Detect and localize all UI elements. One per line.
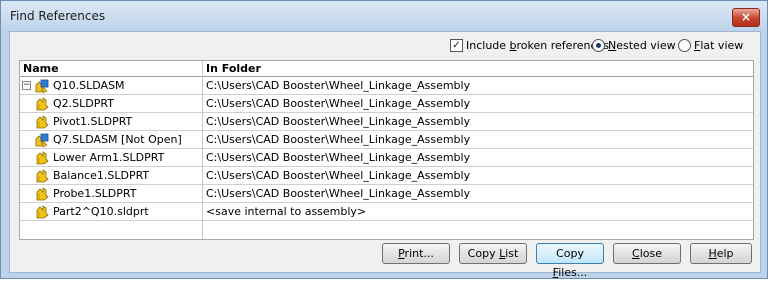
reference-name: Pivot1.SLDPRT <box>53 115 133 128</box>
dialog-body: ✓ Include broken references Nested view … <box>9 31 761 279</box>
flat-view-radio[interactable]: Flat view <box>678 39 743 52</box>
part-icon <box>34 114 50 130</box>
copy-list-button[interactable]: Copy List <box>459 243 527 264</box>
flat-view-label: Flat view <box>694 39 744 52</box>
reference-name: Q7.SLDASM [Not Open] <box>53 133 182 146</box>
reference-folder: C:\Users\CAD Booster\Wheel_Linkage_Assem… <box>206 169 471 182</box>
table-header: Name In Folder <box>20 61 753 77</box>
column-header-in-folder[interactable]: In Folder <box>206 62 261 75</box>
assembly-icon <box>34 132 50 148</box>
close-button[interactable]: Close <box>613 243 681 264</box>
column-header-name[interactable]: Name <box>23 62 59 75</box>
nested-view-radio[interactable]: Nested view <box>592 39 676 52</box>
include-broken-references-label: Include broken references <box>466 39 610 52</box>
references-table: Name In Folder − Q10.SLDASM C:\Users\CAD B… <box>19 60 754 240</box>
reference-name: Q10.SLDASM <box>53 79 125 92</box>
include-broken-references-checkbox[interactable]: ✓ Include broken references <box>450 39 609 52</box>
radio-unselected-icon <box>678 39 691 52</box>
table-row[interactable]: Part2^Q10.sldprt <save internal to assemb… <box>20 203 753 221</box>
reference-name: Probe1.SLDPRT <box>53 187 137 200</box>
view-options: ✓ Include broken references Nested view … <box>10 39 760 55</box>
table-row[interactable]: − Q10.SLDASM C:\Users\CAD Booster\Wheel_Li… <box>20 77 753 95</box>
collapse-toggle-icon[interactable]: − <box>22 81 31 90</box>
close-window-button[interactable]: × <box>732 8 760 27</box>
table-row[interactable]: Lower Arm1.SLDPRT C:\Users\CAD Booster\Wh… <box>20 149 753 167</box>
copy-files-button[interactable]: Copy Files... <box>536 243 604 279</box>
help-button[interactable]: Help <box>690 243 752 264</box>
table-row[interactable]: Q7.SLDASM [Not Open] C:\Users\CAD Booster… <box>20 131 753 149</box>
title-bar: Find References × <box>1 1 767 31</box>
reference-folder: C:\Users\CAD Booster\Wheel_Linkage_Assem… <box>206 115 471 128</box>
print-button[interactable]: Print... <box>382 243 450 264</box>
reference-folder: C:\Users\CAD Booster\Wheel_Linkage_Assem… <box>206 187 471 200</box>
table-row[interactable]: Q2.SLDPRT C:\Users\CAD Booster\Wheel_Link… <box>20 95 753 113</box>
table-row[interactable]: Probe1.SLDPRT C:\Users\CAD Booster\Wheel_… <box>20 185 753 203</box>
reference-name: Q2.SLDPRT <box>53 97 114 110</box>
part-icon <box>34 186 50 202</box>
reference-name: Lower Arm1.SLDPRT <box>53 151 165 164</box>
window-title: Find References <box>10 9 106 23</box>
assembly-icon <box>34 78 50 94</box>
column-divider[interactable] <box>202 61 203 239</box>
checkbox-check-icon: ✓ <box>450 39 463 52</box>
radio-selected-icon <box>592 39 605 52</box>
reference-folder: C:\Users\CAD Booster\Wheel_Linkage_Assem… <box>206 151 471 164</box>
reference-folder: <save internal to assembly> <box>206 205 367 218</box>
part-icon <box>34 204 50 220</box>
reference-name: Part2^Q10.sldprt <box>53 205 149 218</box>
reference-folder: C:\Users\CAD Booster\Wheel_Linkage_Assem… <box>206 97 471 110</box>
table-row[interactable]: Pivot1.SLDPRT C:\Users\CAD Booster\Wheel_… <box>20 113 753 131</box>
part-icon <box>34 168 50 184</box>
reference-folder: C:\Users\CAD Booster\Wheel_Linkage_Assem… <box>206 133 471 146</box>
nested-view-label: Nested view <box>608 39 676 52</box>
reference-name: Balance1.SLDPRT <box>53 169 150 182</box>
part-icon <box>34 96 50 112</box>
find-references-dialog: Find References × ✓ Include broken refer… <box>0 0 768 279</box>
table-row[interactable]: Balance1.SLDPRT C:\Users\CAD Booster\Whee… <box>20 167 753 185</box>
reference-folder: C:\Users\CAD Booster\Wheel_Linkage_Assem… <box>206 79 471 92</box>
part-icon <box>34 150 50 166</box>
